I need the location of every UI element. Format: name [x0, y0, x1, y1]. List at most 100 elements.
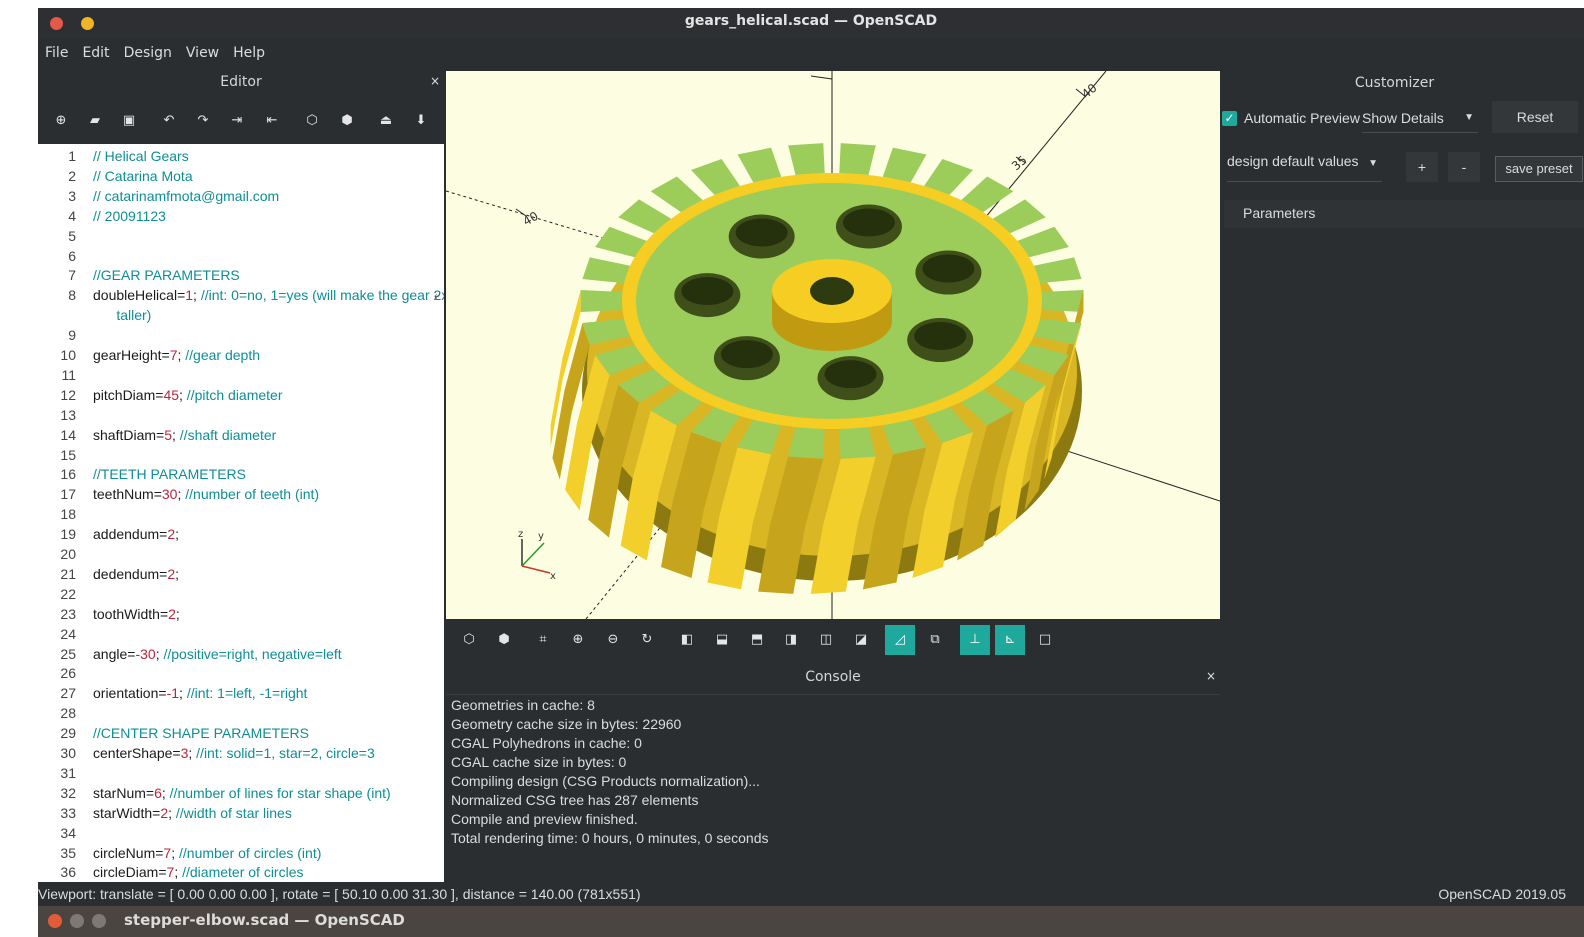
- gear-tooth: [1041, 289, 1084, 313]
- view-top-icon[interactable]: ⬓: [707, 625, 737, 655]
- show-scale-icon[interactable]: ⊾: [995, 625, 1025, 655]
- redo-icon[interactable]: ↷: [194, 112, 212, 130]
- code-line[interactable]: 20: [38, 544, 444, 564]
- view-left-icon[interactable]: ◨: [776, 625, 806, 655]
- unindent-icon[interactable]: ⇤: [263, 112, 281, 130]
- code-line[interactable]: 21 dedendum=2;: [38, 564, 444, 584]
- menu-edit[interactable]: Edit: [75, 38, 116, 68]
- code-line[interactable]: 29 //CENTER SHAPE PARAMETERS: [38, 723, 444, 743]
- orthogonal-icon[interactable]: ⧉: [920, 625, 950, 655]
- render-icon[interactable]: ⬢: [489, 625, 519, 655]
- code-line[interactable]: 15: [38, 445, 444, 465]
- code-line[interactable]: 12 pitchDiam=45; //pitch diameter: [38, 385, 444, 405]
- code-text: // Helical Gears: [93, 148, 189, 164]
- console-line: CGAL cache size in bytes: 0: [451, 754, 627, 770]
- zoom-out-icon[interactable]: ⊖: [598, 625, 628, 655]
- code-line[interactable]: 34: [38, 823, 444, 843]
- reset-view-icon[interactable]: ↻: [632, 625, 662, 655]
- code-line[interactable]: 25 angle=-30; //positive=right, negative=…: [38, 644, 444, 664]
- code-line[interactable]: 16 //TEETH PARAMETERS: [38, 464, 444, 484]
- code-line[interactable]: 18: [38, 504, 444, 524]
- save-icon[interactable]: ▣: [120, 112, 138, 130]
- perspective-icon[interactable]: ◿: [885, 625, 915, 655]
- code-line[interactable]: 23 toothWidth=2;: [38, 604, 444, 624]
- code-line[interactable]: 10 gearHeight=7; //gear depth: [38, 345, 444, 365]
- console-close-button[interactable]: ×: [1206, 669, 1216, 683]
- code-line[interactable]: 30 centerShape=3; //int: solid=1, star=2,…: [38, 743, 444, 763]
- new-file-icon[interactable]: ⊕: [52, 112, 70, 130]
- code-editor[interactable]: 1 // Helical Gears 2 // Catarina Mota 3 // ca…: [38, 144, 444, 882]
- code-line[interactable]: 6: [38, 246, 444, 266]
- preview-icon[interactable]: ⬡: [303, 112, 321, 130]
- title-bar[interactable]: gears_helical.scad — OpenSCAD: [38, 8, 1584, 38]
- line-number: 29: [60, 725, 76, 742]
- code-line[interactable]: taller): [38, 305, 444, 325]
- console-output[interactable]: Geometries in cache: 8 Geometry cache si…: [446, 694, 1220, 883]
- close-window-button[interactable]: [48, 914, 62, 928]
- code-line[interactable]: 5: [38, 226, 444, 246]
- code-line[interactable]: 14 shaftDiam=5; //shaft diameter: [38, 425, 444, 445]
- code-line[interactable]: 36 circleDiam=7; //diameter of circles: [38, 862, 444, 882]
- show-edges-icon[interactable]: □: [1030, 625, 1060, 655]
- parameters-section[interactable]: Parameters: [1224, 200, 1584, 228]
- undo-icon[interactable]: ↶: [160, 112, 178, 130]
- line-number: 21: [60, 565, 76, 582]
- open-file-icon[interactable]: ▰: [86, 112, 104, 130]
- background-window-titlebar[interactable]: stepper-elbow.scad — OpenSCAD: [38, 906, 1584, 937]
- export-stl-icon[interactable]: ⏏: [377, 112, 395, 130]
- render-icon[interactable]: ⬢: [338, 112, 356, 130]
- code-line[interactable]: 3 // catarinamfmota@gmail.com: [38, 186, 444, 206]
- view-back-icon[interactable]: ◪: [846, 625, 876, 655]
- preview-icon[interactable]: ⬡: [454, 625, 484, 655]
- editor-close-button[interactable]: ×: [430, 74, 440, 88]
- code-text: //TEETH PARAMETERS: [93, 466, 246, 483]
- code-line[interactable]: 11: [38, 365, 444, 385]
- code-line[interactable]: 4 // 20091123: [38, 206, 444, 226]
- line-number: 30: [60, 745, 76, 761]
- code-line[interactable]: 9: [38, 325, 444, 345]
- preset-select[interactable]: design default values ▼: [1227, 153, 1382, 182]
- indent-icon[interactable]: ⇥: [228, 112, 246, 130]
- remove-preset-button[interactable]: -: [1448, 152, 1480, 182]
- console-title: Console: [805, 669, 861, 685]
- code-line[interactable]: 2 // Catarina Mota: [38, 166, 444, 186]
- code-line[interactable]: 27 orientation=-1; //int: 1=left, -1=righ…: [38, 683, 444, 703]
- code-line[interactable]: 32 starNum=6; //number of lines for star …: [38, 783, 444, 803]
- code-line[interactable]: 33 starWidth=2; //width of star lines: [38, 803, 444, 823]
- code-line[interactable]: 17 teethNum=30; //number of teeth (int): [38, 484, 444, 504]
- code-line[interactable]: 35 circleNum=7; //number of circles (int): [38, 843, 444, 863]
- reset-button[interactable]: Reset: [1492, 101, 1578, 133]
- code-line[interactable]: 31: [38, 763, 444, 783]
- menu-help[interactable]: Help: [226, 38, 272, 68]
- code-line[interactable]: 8 doubleHelical=1; //int: 0=no, 1=yes (wi…: [38, 285, 444, 305]
- menu-file[interactable]: File: [38, 38, 75, 68]
- code-line[interactable]: 22: [38, 584, 444, 604]
- menu-design[interactable]: Design: [117, 38, 179, 68]
- view-front-icon[interactable]: ◫: [811, 625, 841, 655]
- line-number: 36: [60, 864, 76, 881]
- code-line[interactable]: 13: [38, 405, 444, 425]
- send-to-print-icon[interactable]: ⬇: [412, 112, 430, 130]
- code-line[interactable]: 28: [38, 703, 444, 723]
- add-preset-button[interactable]: +: [1406, 152, 1438, 182]
- code-line[interactable]: 26: [38, 663, 444, 683]
- view-right-icon[interactable]: ◧: [672, 625, 702, 655]
- axis-tick-label: 40: [521, 209, 541, 229]
- line-number: 16: [60, 466, 76, 483]
- code-line[interactable]: 7 //GEAR PARAMETERS: [38, 265, 444, 285]
- zoom-in-icon[interactable]: ⊕: [563, 625, 593, 655]
- minimize-window-button[interactable]: [70, 914, 84, 928]
- show-axes-icon[interactable]: ⊥: [960, 625, 990, 655]
- code-line[interactable]: 24: [38, 624, 444, 644]
- maximize-window-button[interactable]: [92, 914, 106, 928]
- 3d-viewport[interactable]: 40 35 40 z y x: [446, 71, 1220, 619]
- view-bottom-icon[interactable]: ⬒: [742, 625, 772, 655]
- details-select[interactable]: Show Details ▼: [1362, 110, 1478, 133]
- menu-view[interactable]: View: [179, 38, 226, 68]
- automatic-preview-checkbox[interactable]: ✓: [1222, 111, 1237, 126]
- code-line[interactable]: 19 addendum=2;: [38, 524, 444, 544]
- save-preset-button[interactable]: save preset: [1495, 156, 1583, 182]
- code-line[interactable]: 1 // Helical Gears: [38, 146, 444, 166]
- line-number: 5: [68, 227, 76, 244]
- view-all-icon[interactable]: ⌗: [528, 625, 558, 655]
